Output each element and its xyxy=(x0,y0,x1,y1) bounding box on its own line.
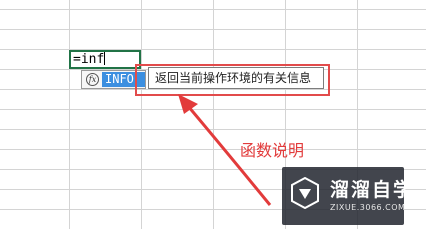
watermark: 溜溜自学 ZIXUE.3066.COM xyxy=(282,167,412,225)
annotation-label: 函数说明 xyxy=(240,141,305,160)
watermark-title: 溜溜自学 xyxy=(330,179,415,201)
logo-icon xyxy=(291,177,319,209)
watermark-url: ZIXUE.3066.COM xyxy=(330,203,406,212)
